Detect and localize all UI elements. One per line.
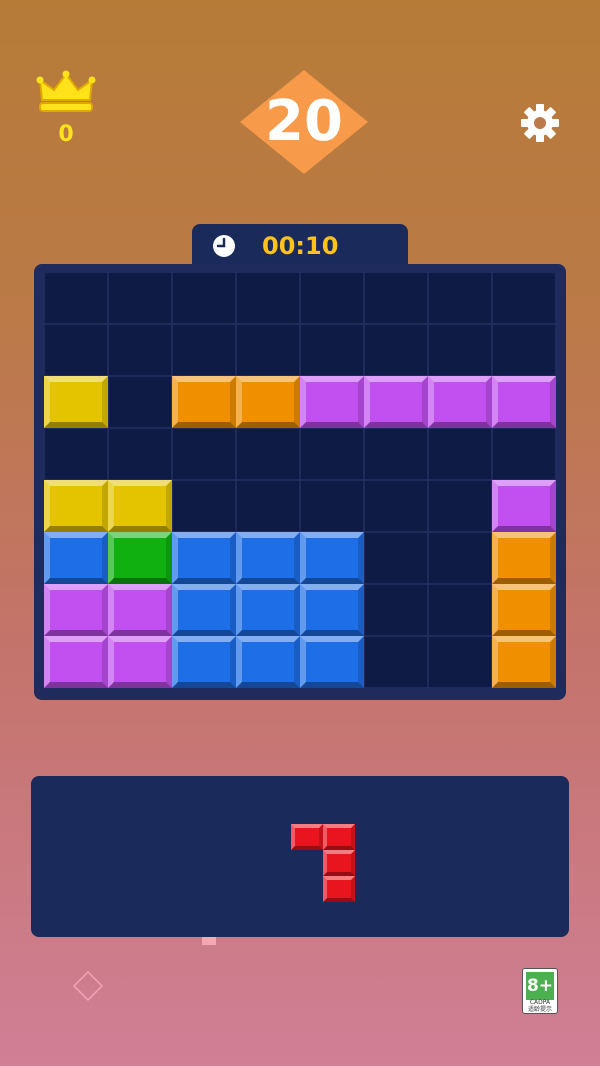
board-cell-empty[interactable] <box>301 273 363 323</box>
board-cell-empty[interactable] <box>365 481 427 531</box>
block-orange <box>492 584 556 636</box>
piece-block-red[interactable] <box>291 824 323 850</box>
block-orange <box>492 636 556 688</box>
block-blue <box>300 636 364 688</box>
block-purple <box>44 584 108 636</box>
block-purple <box>492 480 556 532</box>
board-cell-empty[interactable] <box>493 273 555 323</box>
timer-panel: 00:10 <box>192 224 408 268</box>
board-cell-empty[interactable] <box>173 481 235 531</box>
block-purple <box>108 584 172 636</box>
block-orange <box>172 376 236 428</box>
board-cell-empty[interactable] <box>109 377 171 427</box>
board-cell-empty[interactable] <box>173 273 235 323</box>
page-indicator <box>202 937 216 945</box>
crown-icon <box>36 70 96 112</box>
block-blue <box>172 584 236 636</box>
board-cell-empty[interactable] <box>493 325 555 375</box>
age-rating-box: 8+ <box>526 972 554 1000</box>
board-cell-empty[interactable] <box>301 481 363 531</box>
block-blue <box>44 532 108 584</box>
board-cell-empty[interactable] <box>237 273 299 323</box>
block-orange <box>236 376 300 428</box>
board-cell-empty[interactable] <box>173 325 235 375</box>
board-cell-empty[interactable] <box>365 273 427 323</box>
timer-value: 00:10 <box>262 232 339 260</box>
game-board[interactable] <box>34 264 566 700</box>
block-purple <box>492 376 556 428</box>
block-blue <box>300 584 364 636</box>
block-blue <box>172 636 236 688</box>
board-cell-empty[interactable] <box>237 429 299 479</box>
board-cell-empty[interactable] <box>365 585 427 635</box>
block-yellow <box>44 376 108 428</box>
block-blue <box>172 532 236 584</box>
board-cell-empty[interactable] <box>429 429 491 479</box>
block-purple <box>108 636 172 688</box>
board-cell-empty[interactable] <box>45 273 107 323</box>
board-cell-empty[interactable] <box>429 585 491 635</box>
block-yellow <box>108 480 172 532</box>
block-purple <box>428 376 492 428</box>
board-cell-empty[interactable] <box>365 637 427 687</box>
board-cell-empty[interactable] <box>237 481 299 531</box>
diamond-icon[interactable] <box>72 970 104 1002</box>
piece-block-red[interactable] <box>323 824 355 850</box>
age-rating-label: 8+ <box>526 976 554 996</box>
board-cell-empty[interactable] <box>429 481 491 531</box>
block-blue <box>300 532 364 584</box>
board-cell-empty[interactable] <box>429 325 491 375</box>
board-cell-empty[interactable] <box>365 325 427 375</box>
gear-icon[interactable] <box>520 103 560 143</box>
score-badge: 20 <box>240 70 368 174</box>
board-cell-empty[interactable] <box>45 429 107 479</box>
board-cell-empty[interactable] <box>109 273 171 323</box>
board-cell-empty[interactable] <box>237 325 299 375</box>
block-blue <box>236 636 300 688</box>
board-cell-empty[interactable] <box>301 325 363 375</box>
best-score: 0 <box>58 122 74 147</box>
board-cell-empty[interactable] <box>429 533 491 583</box>
age-rating-badge: 8+ CADPA 适龄提示 <box>522 968 558 1014</box>
block-purple <box>44 636 108 688</box>
block-blue <box>236 584 300 636</box>
board-cell-empty[interactable] <box>173 429 235 479</box>
board-cell-empty[interactable] <box>429 637 491 687</box>
board-cell-empty[interactable] <box>109 429 171 479</box>
clock-icon <box>213 235 235 257</box>
board-cell-empty[interactable] <box>429 273 491 323</box>
block-green <box>108 532 172 584</box>
age-rating-note: 适龄提示 <box>527 1006 552 1013</box>
board-cell-empty[interactable] <box>365 429 427 479</box>
block-purple <box>300 376 364 428</box>
board-cell-empty[interactable] <box>109 325 171 375</box>
block-yellow <box>44 480 108 532</box>
board-cell-empty[interactable] <box>365 533 427 583</box>
block-orange <box>492 532 556 584</box>
piece-block-red[interactable] <box>323 850 355 876</box>
board-cell-empty[interactable] <box>45 325 107 375</box>
block-blue <box>236 532 300 584</box>
board-cell-empty[interactable] <box>493 429 555 479</box>
piece-block-red[interactable] <box>323 876 355 902</box>
piece-tray[interactable] <box>31 776 569 937</box>
board-cell-empty[interactable] <box>301 429 363 479</box>
block-purple <box>364 376 428 428</box>
score-value: 20 <box>265 89 343 154</box>
